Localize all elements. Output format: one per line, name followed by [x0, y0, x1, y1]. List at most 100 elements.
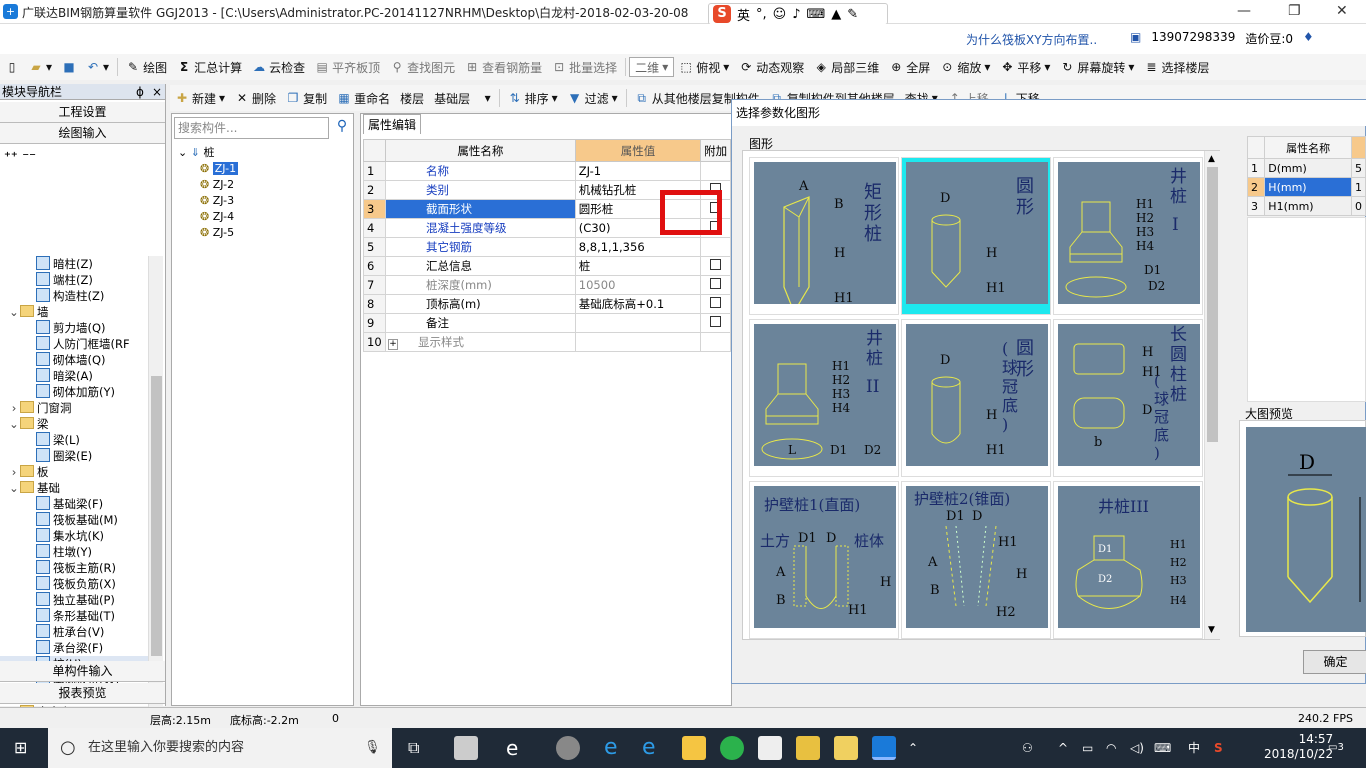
param-col-name[interactable]: 属性名称 — [1264, 136, 1352, 159]
phone-number[interactable]: 13907298339 — [1151, 30, 1235, 47]
pan-button[interactable]: ✥ 平移 ▾ — [995, 59, 1055, 76]
collapse-icon[interactable]: ⌄ — [8, 416, 20, 432]
people-icon[interactable]: ⚇ — [1022, 728, 1033, 768]
shape-thumb[interactable]: H1 H2 H3 H4 D1 D2 井桩 I — [1053, 157, 1203, 315]
col-header-extra[interactable]: 附加 — [700, 139, 731, 162]
param-name[interactable]: H1(mm) — [1264, 196, 1352, 216]
property-value[interactable]: 基础底标高+0.1 — [574, 294, 702, 314]
extra-checkbox[interactable] — [710, 259, 722, 270]
ie2-icon[interactable]: e — [642, 736, 666, 760]
top-view-button[interactable]: ⬚ 俯视 ▾ — [674, 59, 734, 76]
shape-thumb[interactable]: H H1 Db 长圆柱桩(球冠底) — [1053, 319, 1203, 477]
extra-cell[interactable] — [700, 313, 731, 333]
nav-item[interactable]: 暗柱(Z) — [0, 256, 148, 272]
task-view-icon[interactable]: ⧉ — [408, 736, 432, 760]
mail-icon[interactable] — [758, 736, 782, 760]
param-name[interactable]: D(mm) — [1264, 158, 1352, 178]
extra-checkbox[interactable] — [710, 278, 722, 289]
property-name[interactable]: 类别 — [384, 180, 576, 200]
nav-item[interactable]: 人防门框墙(RF — [0, 336, 148, 352]
component-search-input[interactable]: 搜索构件... — [174, 117, 329, 139]
account-area[interactable]: ▣ 13907298339 造价豆:0 ♦ — [1130, 30, 1314, 47]
skin-icon[interactable]: ▲ — [831, 7, 841, 22]
project-settings-button[interactable]: 工程设置 — [0, 102, 165, 123]
shape-thumb[interactable]: H1 H2 H3 H4 L D1 D2 井桩 II — [749, 319, 899, 477]
nav-item[interactable]: 构造柱(Z) — [0, 288, 148, 304]
tool-icon[interactable]: ✎ — [847, 7, 858, 22]
expand-icon[interactable]: + — [387, 339, 398, 350]
cloud-check-button[interactable]: ☁ 云检查 — [247, 59, 310, 76]
network-icon[interactable]: ◠ — [1106, 728, 1116, 768]
restore-icon[interactable]: ❐ — [1288, 3, 1301, 19]
component-item[interactable]: ❂ ZJ-3 — [200, 193, 234, 209]
bell-icon[interactable]: ♦ — [1303, 30, 1314, 47]
extra-cell[interactable] — [700, 294, 731, 314]
lang-indicator[interactable]: 中 — [1188, 728, 1200, 768]
floor-select[interactable]: 基础层 ▾ — [429, 90, 495, 107]
zoom-button[interactable]: ⊙ 缩放 ▾ — [935, 59, 995, 76]
explorer-icon[interactable] — [682, 736, 706, 760]
property-name[interactable]: 汇总信息 — [384, 256, 576, 276]
extra-checkbox[interactable] — [710, 297, 722, 308]
rename-button[interactable]: ▦ 重命名 — [332, 90, 395, 107]
app-green-icon[interactable] — [720, 736, 744, 760]
shape-thumb[interactable]: A B H H1 矩形桩 — [749, 157, 899, 315]
property-row[interactable]: 10 + 显示样式 — [363, 332, 731, 352]
local-3d-button[interactable]: ◈ 局部三维 — [809, 59, 884, 76]
notes-icon[interactable] — [796, 736, 820, 760]
property-value[interactable]: 桩 — [574, 256, 702, 276]
expand-icon[interactable]: › — [8, 464, 20, 480]
extra-cell[interactable] — [700, 161, 731, 181]
property-value[interactable]: 10500 — [574, 275, 702, 295]
find-element-button[interactable]: ⚲ 查找图元 — [385, 59, 460, 76]
ime-lang[interactable]: 英 — [737, 5, 750, 24]
property-name[interactable]: 备注 — [384, 313, 576, 333]
draw-input-button[interactable]: 绘图输入 — [0, 123, 165, 144]
property-value[interactable]: 8,8,1,1,356 — [574, 237, 702, 257]
component-item[interactable]: ❂ ZJ-5 — [200, 225, 234, 241]
rotate-button[interactable]: ↻ 屏幕旋转 ▾ — [1055, 59, 1139, 76]
nav-close-icon[interactable]: × — [152, 84, 162, 100]
property-row[interactable]: 8 顶标高(m) 基础底标高+0.1 — [363, 294, 731, 314]
keyboard-tray-icon[interactable]: ⌨ — [1154, 728, 1171, 768]
nav-item[interactable]: 砌体加筋(Y) — [0, 384, 148, 400]
nav-folder[interactable]: › 门窗洞 — [0, 400, 148, 416]
property-row[interactable]: 5 其它钢筋 8,8,1,1,356 — [363, 237, 731, 257]
more-apps-icon[interactable]: ⌃ — [908, 728, 918, 768]
windows-start-icon[interactable]: ⊞ — [14, 739, 32, 757]
shape-thumb[interactable]: D H H1 圆形 (球冠底) — [901, 319, 1051, 477]
param-row[interactable]: 2 H(mm) 1 — [1246, 177, 1366, 197]
extra-cell[interactable] — [700, 256, 731, 276]
collapse-icon[interactable]: ⌄ — [178, 146, 187, 159]
battery-icon[interactable]: ▭ — [1082, 728, 1093, 768]
property-name[interactable]: 桩深度(mm) — [384, 275, 576, 295]
shape-thumb[interactable]: 护壁桩1(直面) 土方 D1 D 桩体 A B H H1 — [749, 481, 899, 639]
tray-up-icon[interactable]: ^ — [1058, 728, 1068, 768]
param-value[interactable]: 1 — [1350, 177, 1366, 197]
shape-thumb[interactable]: D H H1 圆形 — [901, 157, 1051, 315]
dynamic-view-button[interactable]: ⟳ 动态观察 — [734, 59, 809, 76]
ggj-app-icon[interactable] — [872, 736, 896, 760]
punct-icon[interactable]: °, — [756, 7, 767, 22]
nav-item[interactable]: 集水坑(K) — [0, 528, 148, 544]
component-item[interactable]: ❂ ZJ-4 — [200, 209, 234, 225]
param-col-value[interactable] — [1350, 136, 1366, 159]
nav-item[interactable]: 端柱(Z) — [0, 272, 148, 288]
save-icon[interactable]: ■ — [57, 60, 81, 74]
param-value[interactable]: 5 — [1350, 158, 1366, 178]
scroll-up-icon[interactable]: ▲ — [1208, 154, 1215, 164]
property-row[interactable]: 6 汇总信息 桩 — [363, 256, 731, 276]
view-rebar-button[interactable]: ⊞ 查看钢筋量 — [460, 59, 547, 76]
nav-item[interactable]: 筏板基础(M) — [0, 512, 148, 528]
property-value[interactable] — [574, 332, 702, 352]
property-row[interactable]: 1 名称 ZJ-1 — [363, 161, 731, 181]
nav-item[interactable]: 筏板主筋(R) — [0, 560, 148, 576]
close-icon[interactable]: ✕ — [1336, 3, 1348, 19]
sum-button[interactable]: Σ 汇总计算 — [172, 59, 247, 76]
ie-icon[interactable]: e — [506, 736, 530, 760]
nav-item[interactable]: 梁(L) — [0, 432, 148, 448]
col-header-name[interactable]: 属性名称 — [384, 139, 576, 162]
select-floor-button[interactable]: ≣ 选择楼层 — [1139, 59, 1214, 76]
nav-folder[interactable]: ⌄ 墙 — [0, 304, 148, 320]
property-row[interactable]: 9 备注 — [363, 313, 731, 333]
